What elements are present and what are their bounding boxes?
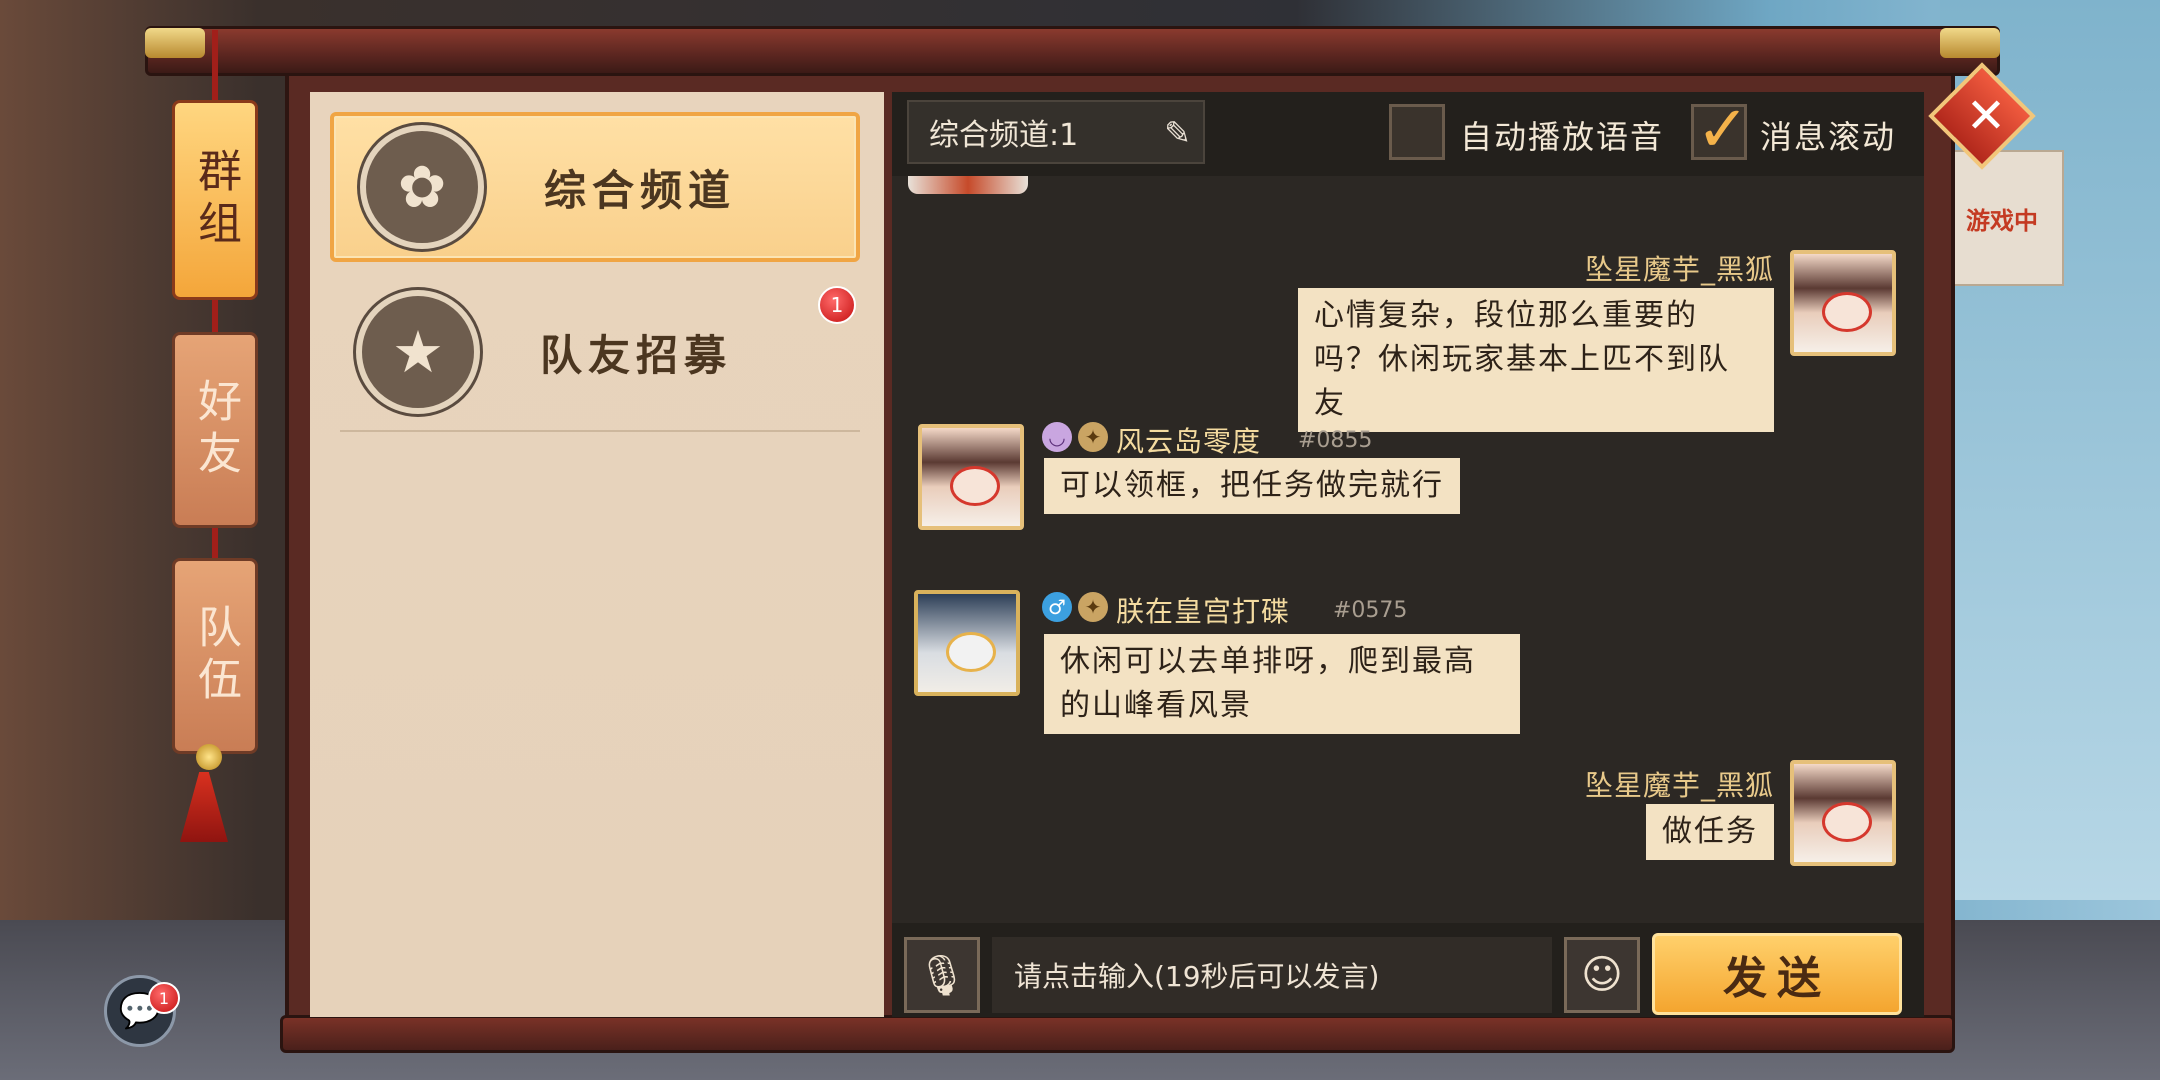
checkmark-icon: ✓ <box>1696 93 1750 167</box>
avatar[interactable] <box>918 424 1024 530</box>
message-bubble: 可以领框，把任务做完就行 <box>1044 458 1460 514</box>
bell-ornament-icon <box>196 744 222 770</box>
floating-chat-badge: 1 <box>148 982 180 1014</box>
message-sender: 坠星魔芋_黑狐 <box>1584 769 1774 802</box>
rod-cap-right <box>1940 28 2000 58</box>
avatar-face <box>946 632 996 672</box>
scroll-top-rod <box>145 26 2000 76</box>
tab-group-label: 群组 <box>190 148 241 252</box>
tab-friends-label: 好友 <box>190 378 241 482</box>
user-tag: #0575 <box>1333 598 1408 623</box>
avatar-face <box>1822 292 1872 332</box>
male-icon: ♂ <box>1042 592 1072 622</box>
avatar-partial <box>908 176 1028 194</box>
user-tag: #0855 <box>1298 428 1373 453</box>
tab-team-label: 队伍 <box>190 604 241 708</box>
auto-voice-label: 自动播放语音 <box>1460 118 1665 156</box>
star-banner-icon: ★ <box>356 290 480 414</box>
microphone-icon: 🎙 <box>916 952 968 999</box>
auto-voice-checkbox[interactable] <box>1389 104 1445 160</box>
background-status-sign: 游戏中 <box>1940 150 2064 286</box>
channel-name-field[interactable]: 综合频道:1 ✎ <box>907 100 1205 164</box>
microphone-button[interactable]: 🎙 <box>904 937 980 1013</box>
message-sender: 风云岛零度 <box>1116 425 1262 458</box>
chat-header: 综合频道:1 ✎ 自动播放语音 ✓ 消息滚动 <box>892 92 1924 176</box>
scroll-checkbox[interactable]: ✓ <box>1691 93 1750 167</box>
message-bubble: 做任务 <box>1646 804 1774 860</box>
rank-wings-icon: ✦ <box>1078 422 1108 452</box>
avatar-face <box>1822 802 1872 842</box>
tab-group[interactable]: 群组 <box>172 100 258 300</box>
channel-divider <box>340 430 860 432</box>
scroll-bottom-rod <box>280 1015 1955 1053</box>
avatar[interactable] <box>914 590 1020 696</box>
tab-rope <box>212 528 218 560</box>
close-icon[interactable]: ✕ <box>1956 86 2016 146</box>
channel-name: 综合频道:1 <box>929 118 1079 153</box>
flower-icon: ✿ <box>360 125 484 249</box>
avatar[interactable] <box>1790 760 1896 866</box>
channel-item-general[interactable]: ✿ 综合频道 <box>330 112 860 262</box>
rank-wings-icon: ✦ <box>1078 592 1108 622</box>
scroll-label: 消息滚动 <box>1760 118 1897 156</box>
avatar-face <box>950 466 1000 506</box>
message-sender: 朕在皇宫打碟 <box>1116 595 1291 628</box>
tab-rope <box>212 300 218 334</box>
smiley-icon: ☺ <box>1581 952 1623 998</box>
avatar[interactable] <box>1790 250 1896 356</box>
message-sender: 坠星魔芋_黑狐 <box>1584 253 1774 286</box>
channel-label: 综合频道 <box>544 165 737 215</box>
channel-list-panel: ✿ 综合频道 ★ 队友招募 1 <box>310 92 884 1017</box>
notification-badge: 1 <box>818 286 856 324</box>
tab-rope <box>212 30 218 102</box>
channel-label: 队友招募 <box>540 330 733 380</box>
input-bar: 🎙 请点击输入(19秒后可以发言) ☺ 发送 <box>892 923 1924 1017</box>
message-input[interactable]: 请点击输入(19秒后可以发言) <box>992 937 1552 1013</box>
send-button[interactable]: 发送 <box>1652 933 1902 1015</box>
tab-team[interactable]: 队伍 <box>172 558 258 754</box>
rod-cap-left <box>145 28 205 58</box>
message-bubble: 心情复杂，段位那么重要的吗？休闲玩家基本上匹不到队友 <box>1298 288 1774 432</box>
emoji-button[interactable]: ☺ <box>1564 937 1640 1013</box>
chat-panel: 综合频道:1 ✎ 自动播放语音 ✓ 消息滚动 坠星魔芋_黑狐 心情复杂，段位那么… <box>892 92 1924 1017</box>
message-bubble: 休闲可以去单排呀，爬到最高的山峰看风景 <box>1044 634 1520 734</box>
pencil-icon[interactable]: ✎ <box>1164 114 1191 152</box>
closed-eyes-icon: ◡ <box>1042 422 1072 452</box>
tab-friends[interactable]: 好友 <box>172 332 258 528</box>
channel-item-recruit[interactable]: ★ 队友招募 <box>330 290 860 414</box>
